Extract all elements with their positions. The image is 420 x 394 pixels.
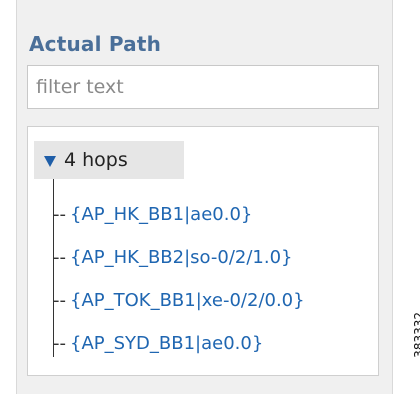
hop-item[interactable]: -- {AP_HK_BB2|so-0/2/1.0} (53, 247, 293, 268)
triangle-down-icon[interactable] (44, 155, 56, 167)
tree-branch-dash: -- (53, 333, 66, 354)
figure-id: 383332 (412, 312, 420, 358)
actual-path-panel: Actual Path 4 hops -- {AP_HK_BB1|ae0.0} … (16, 0, 393, 394)
tree-branch-dash: -- (53, 290, 66, 311)
panel-title: Actual Path (29, 32, 162, 56)
tree-root-node[interactable]: 4 hops (34, 141, 184, 179)
path-tree: 4 hops -- {AP_HK_BB1|ae0.0} -- {AP_HK_BB… (27, 126, 379, 376)
tree-branch-dash: -- (53, 204, 66, 225)
tree-root-label: 4 hops (64, 149, 128, 171)
filter-input[interactable] (27, 65, 379, 109)
hop-label[interactable]: {AP_SYD_BB1|ae0.0} (70, 333, 263, 354)
hop-label[interactable]: {AP_HK_BB2|so-0/2/1.0} (70, 247, 293, 268)
hop-item[interactable]: -- {AP_HK_BB1|ae0.0} (53, 204, 252, 225)
hop-item[interactable]: -- {AP_SYD_BB1|ae0.0} (53, 333, 263, 354)
tree-branch-dash: -- (53, 247, 66, 268)
hop-label[interactable]: {AP_HK_BB1|ae0.0} (70, 204, 252, 225)
hop-item[interactable]: -- {AP_TOK_BB1|xe-0/2/0.0} (53, 290, 305, 311)
hop-label[interactable]: {AP_TOK_BB1|xe-0/2/0.0} (70, 290, 305, 311)
page: Actual Path 4 hops -- {AP_HK_BB1|ae0.0} … (0, 0, 420, 394)
